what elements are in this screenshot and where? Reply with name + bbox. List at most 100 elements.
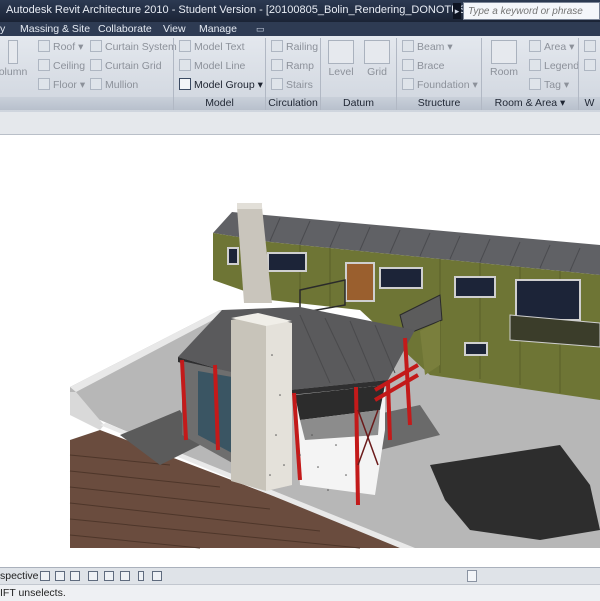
tab-view[interactable]: View (163, 22, 186, 36)
sun-path-icon[interactable] (88, 571, 98, 581)
3d-viewport[interactable] (0, 135, 600, 567)
tab-collaborate[interactable]: Collaborate (98, 22, 152, 36)
status-bar: IFT unselects. (0, 584, 600, 601)
ceiling-label: Ceiling (53, 60, 86, 72)
room-icon (491, 40, 517, 64)
area-label: Area (544, 41, 567, 53)
cut-panel-label: W (579, 97, 600, 110)
3d-model-render (69, 203, 600, 549)
cut-panel-icon (584, 59, 596, 71)
curtain-grid-button[interactable]: Curtain Grid (90, 58, 162, 74)
area-icon (529, 40, 541, 52)
room-area-dropdown-icon: ▾ (560, 97, 566, 109)
foundation-button[interactable]: Foundation ▾ (402, 77, 478, 93)
tag-button[interactable]: Tag ▾ (529, 77, 569, 93)
shadows-icon[interactable] (104, 571, 114, 581)
model-line-label: Model Line (194, 60, 246, 72)
column-button[interactable]: olumn (0, 40, 28, 78)
window (267, 252, 307, 272)
tab-home[interactable]: y (0, 22, 5, 36)
curtain-system-label: Curtain System (105, 41, 177, 53)
title-overflow-button[interactable]: ▸ (453, 3, 461, 19)
grid-icon (364, 40, 390, 64)
model-group-button[interactable]: Model Group ▾ (179, 77, 263, 93)
model-text-icon (179, 40, 191, 52)
stairs-button[interactable]: Stairs (271, 77, 313, 93)
foundation-icon (402, 78, 414, 90)
window (227, 247, 239, 265)
window (454, 276, 496, 298)
model-text-button[interactable]: Model Text (179, 39, 245, 55)
floor-button[interactable]: Floor ▾ (38, 77, 85, 93)
back-chimney-cap (237, 203, 262, 209)
ceiling-icon (38, 59, 50, 71)
grid-button[interactable]: Grid (362, 40, 392, 78)
ribbon-tab-bar: y Massing & Site Collaborate View Manage… (0, 22, 600, 36)
beam-icon (402, 40, 414, 52)
model-group-label: Model Group (194, 79, 255, 91)
model-group-dropdown-icon: ▾ (257, 79, 263, 91)
curtain-system-button[interactable]: Curtain System (90, 39, 177, 55)
curtain-grid-label: Curtain Grid (105, 60, 162, 72)
ramp-icon (271, 59, 283, 71)
help-search-input[interactable] (464, 3, 600, 19)
column-label: olumn (0, 66, 28, 78)
column-icon (8, 40, 18, 64)
structure-panel-label: Structure (397, 97, 481, 110)
railing-button[interactable]: Railing (271, 39, 318, 55)
options-bar (0, 112, 600, 135)
brace-label: Brace (417, 60, 445, 72)
ramp-label: Ramp (286, 60, 315, 72)
model-line-icon (179, 59, 191, 71)
brace-button[interactable]: Brace (402, 58, 444, 74)
help-search-box[interactable] (463, 2, 600, 20)
window (379, 267, 423, 289)
circulation-panel-label: Circulation (266, 97, 320, 110)
reveal-hidden-icon[interactable] (152, 571, 162, 581)
tag-icon (529, 78, 541, 90)
ceiling-button[interactable]: Ceiling (38, 58, 85, 74)
cut-panel-button-2[interactable] (584, 58, 599, 74)
tab-manage[interactable]: Manage (199, 22, 237, 36)
legend-icon (529, 59, 541, 71)
stairs-label: Stairs (286, 79, 313, 91)
level-button[interactable]: Level (326, 40, 356, 78)
horizontal-scroll-thumb[interactable] (467, 570, 477, 582)
tag-label: Tag (544, 79, 561, 91)
mullion-button[interactable]: Mullion (90, 77, 138, 93)
cut-panel-button[interactable] (584, 39, 599, 55)
roof-button[interactable]: Roof ▾ (38, 39, 83, 55)
roof-dropdown-icon: ▾ (78, 41, 84, 53)
grid-label: Grid (367, 66, 387, 78)
foundation-dropdown-icon: ▾ (472, 79, 478, 91)
room-label: Room (489, 66, 518, 78)
beam-label: Beam (417, 41, 445, 53)
scale-icon[interactable] (40, 571, 50, 581)
curtain-system-icon (90, 40, 102, 52)
visual-style-icon[interactable] (70, 571, 80, 581)
stairs-icon (271, 78, 283, 90)
room-button[interactable]: Room (487, 40, 521, 78)
railing-icon (271, 40, 283, 52)
view-type-label: spective (0, 570, 39, 582)
room-area-panel-label[interactable]: Room & Area ▾ (482, 97, 578, 110)
roof-icon (38, 40, 50, 52)
detail-level-icon[interactable] (55, 571, 65, 581)
area-button[interactable]: Area ▾ (529, 39, 574, 55)
model-line-button[interactable]: Model Line (179, 58, 245, 74)
ramp-button[interactable]: Ramp (271, 58, 314, 74)
legend-label: Legend (544, 60, 580, 72)
tab-massing-site[interactable]: Massing & Site (20, 22, 90, 36)
brace-icon (402, 59, 414, 71)
beam-button[interactable]: Beam ▾ (402, 39, 453, 55)
curtain-grid-icon (90, 59, 102, 71)
ribbon: olumn Roof ▾ Ceiling Floor ▾ Curtain Sys… (0, 36, 600, 113)
temporary-hide-icon[interactable] (138, 571, 144, 581)
status-message: IFT unselects. (0, 587, 66, 599)
level-icon (328, 40, 354, 64)
crop-view-icon[interactable] (120, 571, 130, 581)
cut-panel-icon (584, 40, 596, 52)
foundation-label: Foundation (417, 79, 470, 91)
legend-button[interactable]: Legend (529, 58, 579, 74)
ribbon-toggle-icon[interactable]: ▭ (256, 24, 270, 34)
